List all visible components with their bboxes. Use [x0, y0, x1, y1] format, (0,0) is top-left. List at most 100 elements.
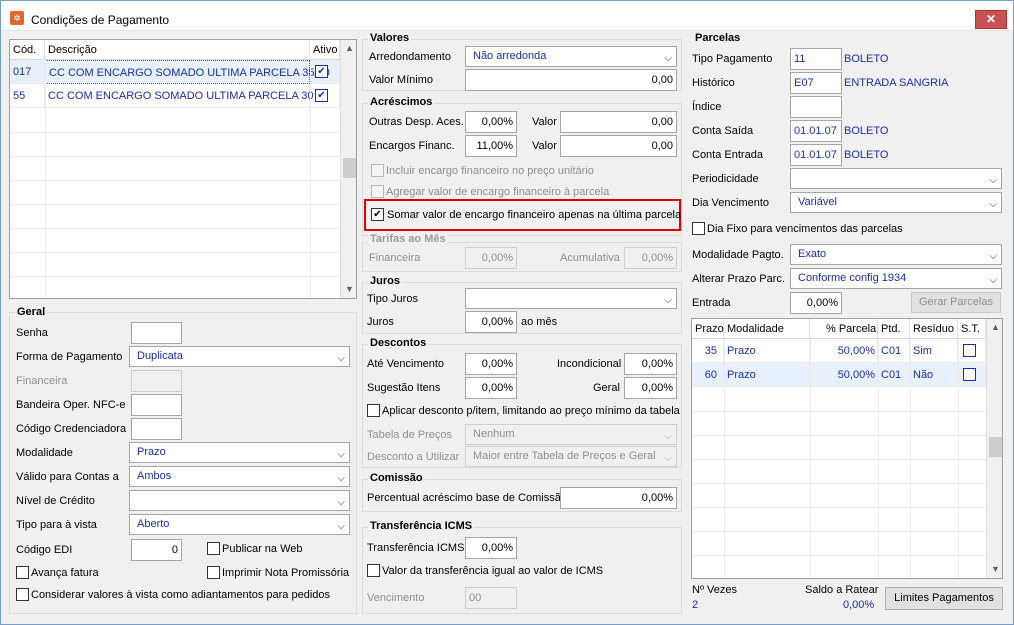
forma-pagamento-select[interactable]: Duplicata ⌵ — [129, 346, 350, 367]
column-header-residuo[interactable]: Resíduo — [910, 319, 958, 339]
row-prazo: 60 — [692, 363, 724, 387]
table-row[interactable]: 017 CC COM ENCARGO SOMADO ULTIMA PARCELA… — [10, 60, 340, 84]
row-active-checkbox[interactable]: ✔ — [315, 89, 328, 102]
conditions-scrollbar[interactable]: ▲ ▼ — [340, 40, 356, 298]
tipo-vista-select[interactable]: Aberto ⌵ — [129, 514, 350, 535]
valor-minimo-input[interactable]: 0,00 — [465, 69, 677, 91]
column-header-modalidade[interactable]: Modalidade — [724, 319, 810, 339]
publicar-checkbox[interactable] — [207, 542, 220, 555]
desconto-geral-label: Geral — [593, 382, 620, 394]
incondicional-input[interactable]: 0,00% — [624, 353, 677, 375]
financeira-label: Financeira — [16, 375, 68, 387]
avanca-checkbox[interactable] — [16, 566, 29, 579]
column-header-st[interactable]: S.T. — [958, 319, 986, 339]
aplicar-checkbox[interactable] — [367, 404, 380, 417]
publicar-label[interactable]: Publicar na Web — [222, 543, 303, 555]
somar-label[interactable]: Somar valor de encargo financeiro apenas… — [387, 209, 681, 221]
modalidade-pagto-select[interactable]: Exato ⌵ — [790, 244, 1002, 265]
imprimir-label[interactable]: Imprimir Nota Promissória — [222, 567, 349, 579]
column-header-ptd[interactable]: Ptd. — [878, 319, 910, 339]
indice-input[interactable] — [790, 96, 842, 118]
table-row[interactable]: 60 Prazo 50,00% C01 Não — [692, 363, 986, 387]
desconto-geral-input[interactable]: 0,00% — [624, 377, 677, 399]
dia-vencimento-select[interactable]: Variável ⌵ — [790, 192, 1002, 213]
alterar-prazo-select[interactable]: Conforme config 1934 ⌵ — [790, 268, 1002, 289]
column-header-code[interactable]: Cód. — [10, 40, 45, 60]
conditions-grid[interactable]: Cód. Descrição Ativo 017 CC COM ENCARGO … — [9, 39, 357, 299]
historico-input[interactable]: E07 — [790, 72, 842, 94]
acrescimos-title: Acréscimos — [368, 96, 435, 108]
bandeira-input[interactable] — [131, 394, 182, 416]
tabela-precos-label: Tabela de Preços — [367, 429, 452, 441]
table-row[interactable]: 35 Prazo 50,00% C01 Sim — [692, 339, 986, 363]
parcelas-grid[interactable]: Prazo Modalidade % Parcela Ptd. Resíduo … — [691, 318, 1003, 579]
chevron-down-icon: ⌵ — [664, 53, 672, 64]
row-prazo: 35 — [692, 339, 724, 363]
chevron-down-icon: ⌵ — [989, 251, 997, 262]
desconto-utilizar-label: Desconto a Utilizar — [367, 451, 460, 463]
entrada-input[interactable]: 0,00% — [790, 292, 842, 314]
ate-vencimento-input[interactable]: 0,00% — [465, 353, 517, 375]
vencimento-label: Vencimento — [367, 592, 425, 604]
outras-valor-input[interactable]: 0,00 — [560, 111, 677, 133]
modalidade-label: Modalidade — [16, 447, 73, 459]
scroll-thumb[interactable] — [989, 437, 1002, 457]
credenciadora-input[interactable] — [131, 418, 182, 440]
considerar-checkbox[interactable] — [16, 588, 29, 601]
alterar-prazo-label: Alterar Prazo Parc. — [692, 273, 785, 285]
codigo-edi-input[interactable]: 0 — [131, 539, 182, 561]
row-st-checkbox[interactable] — [963, 368, 976, 381]
outras-desp-input[interactable]: 0,00% — [465, 111, 517, 133]
limites-pagamentos-button[interactable]: Limites Pagamentos — [885, 587, 1003, 610]
juros-input[interactable]: 0,00% — [465, 311, 517, 333]
transferencia-igual-checkbox[interactable] — [367, 564, 380, 577]
somar-checkbox[interactable]: ✔ — [371, 208, 384, 221]
sugestao-input[interactable]: 0,00% — [465, 377, 517, 399]
nivel-credito-select[interactable]: ⌵ — [129, 490, 350, 511]
aplicar-label[interactable]: Aplicar desconto p/item, limitando ao pr… — [382, 405, 680, 417]
scroll-down-icon[interactable]: ▼ — [987, 564, 1002, 574]
close-button[interactable]: ✕ — [975, 10, 1007, 29]
row-modalidade: Prazo — [724, 339, 810, 363]
scroll-down-icon[interactable]: ▼ — [341, 284, 356, 294]
column-header-description[interactable]: Descrição — [45, 40, 310, 60]
senha-input[interactable] — [131, 322, 182, 344]
row-description: CC COM ENCARGO SOMADO ULTIMA PARCELA 30 — [45, 84, 313, 108]
parcelas-scrollbar[interactable]: ▲ ▼ — [986, 319, 1002, 578]
agregar-label: Agregar valor de encargo financeiro à pa… — [386, 186, 610, 198]
arredondamento-select[interactable]: Não arredonda ⌵ — [465, 46, 677, 67]
transferencia-igual-label[interactable]: Valor da transferência igual ao valor de… — [382, 565, 603, 577]
row-code: 017 — [10, 60, 45, 84]
column-header-parcela[interactable]: % Parcela — [810, 319, 878, 339]
scroll-up-icon[interactable]: ▲ — [341, 43, 356, 53]
row-st-checkbox[interactable] — [963, 344, 976, 357]
column-header-prazo[interactable]: Prazo — [692, 319, 724, 339]
tipo-pagamento-input[interactable]: 11 — [790, 48, 842, 70]
scroll-thumb[interactable] — [343, 158, 356, 178]
acumulativa-input: 0,00% — [624, 247, 677, 269]
comissao-input[interactable]: 0,00% — [560, 487, 677, 509]
tipo-juros-select[interactable]: ⌵ — [465, 288, 677, 309]
valores-title: Valores — [368, 32, 412, 44]
conta-entrada-input[interactable]: 01.01.07 — [790, 144, 842, 166]
transferencia-input[interactable]: 0,00% — [465, 537, 517, 559]
valido-select[interactable]: Ambos ⌵ — [129, 466, 350, 487]
encargos-valor-input[interactable]: 0,00 — [560, 135, 677, 157]
considerar-label[interactable]: Considerar valores à vista como adiantam… — [31, 589, 330, 601]
imprimir-checkbox[interactable] — [207, 566, 220, 579]
modalidade-value: Prazo — [137, 446, 166, 458]
scroll-up-icon[interactable]: ▲ — [987, 322, 1002, 332]
modalidade-select[interactable]: Prazo ⌵ — [129, 442, 350, 463]
chevron-down-icon: ⌵ — [337, 449, 345, 460]
avanca-label[interactable]: Avança fatura — [31, 567, 99, 579]
modalidade-pagto-label: Modalidade Pagto. — [692, 249, 784, 261]
periodicidade-select[interactable]: ⌵ — [790, 168, 1002, 189]
dia-fixo-label[interactable]: Dia Fixo para vencimentos das parcelas — [707, 223, 903, 235]
dia-fixo-checkbox[interactable] — [692, 222, 705, 235]
historico-label: Histórico — [692, 77, 735, 89]
encargos-input[interactable]: 11,00% — [465, 135, 517, 157]
conta-saida-input[interactable]: 01.01.07 — [790, 120, 842, 142]
row-active-checkbox[interactable]: ✔ — [315, 65, 328, 78]
column-header-active[interactable]: Ativo — [310, 40, 340, 60]
table-row[interactable]: 55 CC COM ENCARGO SOMADO ULTIMA PARCELA … — [10, 84, 340, 108]
